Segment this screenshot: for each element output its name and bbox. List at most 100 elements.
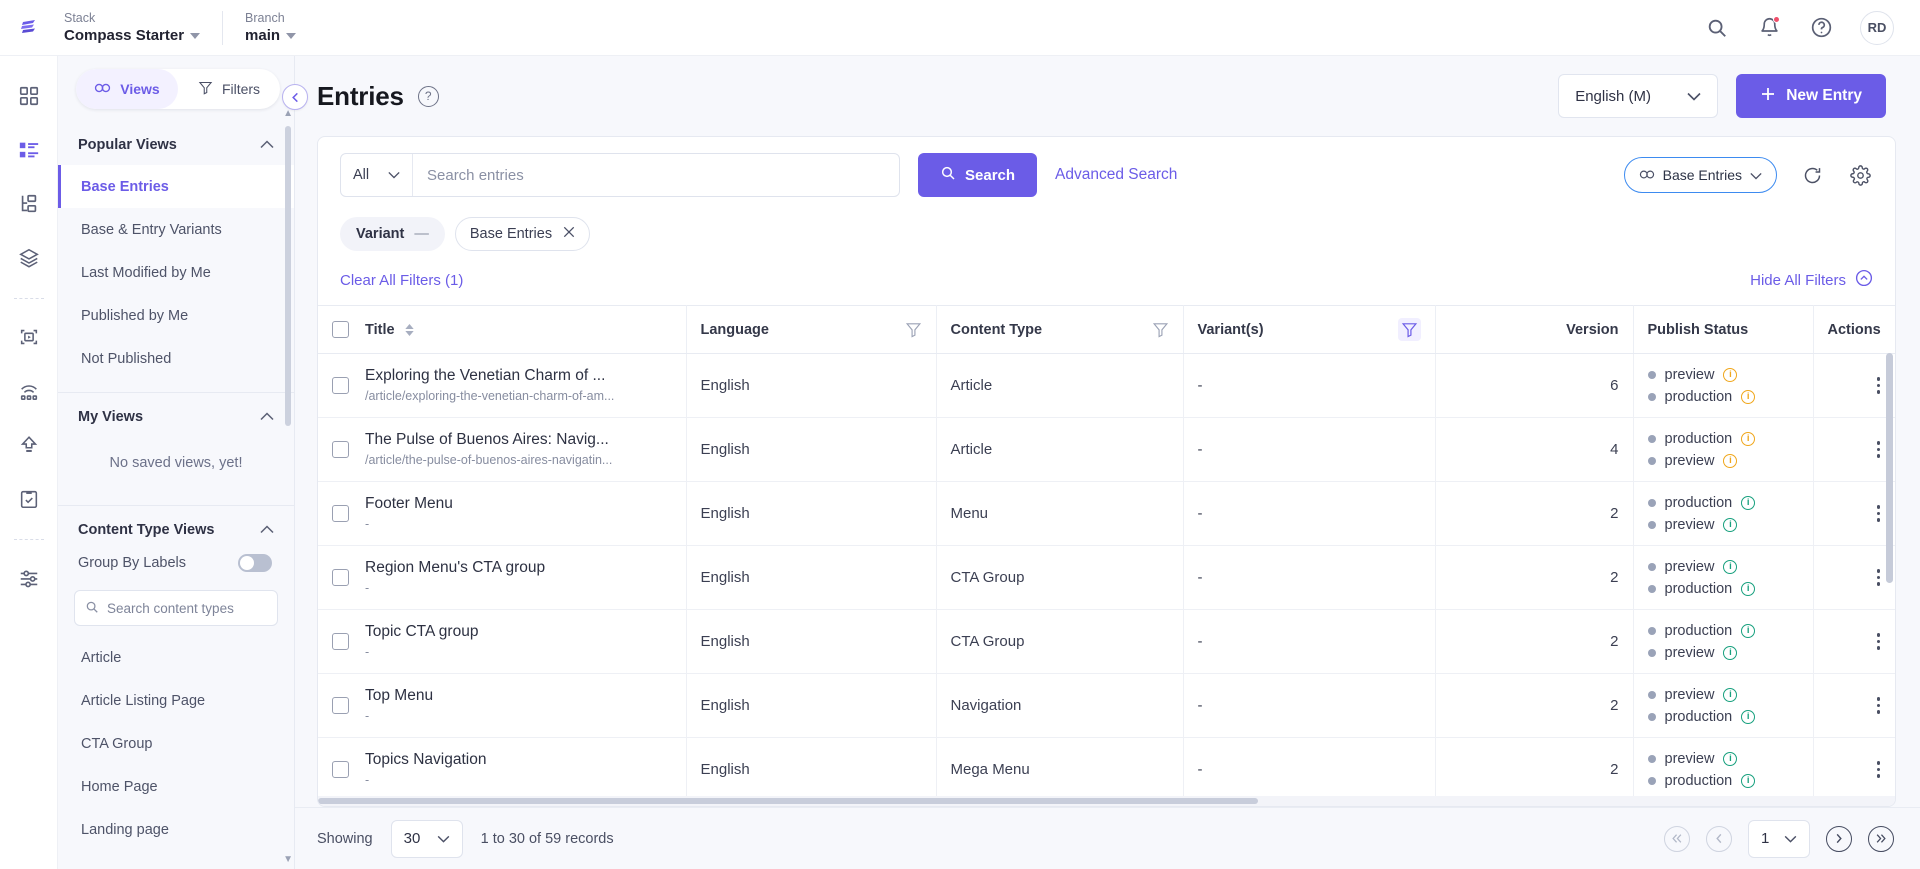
row-title-cell[interactable]: Region Menu's CTA group - (318, 545, 687, 610)
entry-title[interactable]: Topics Navigation (365, 750, 672, 770)
first-page-button[interactable] (1664, 825, 1690, 852)
row-checkbox[interactable] (332, 761, 349, 778)
info-icon[interactable]: i (1723, 559, 1738, 574)
rail-item-workflows[interactable] (7, 477, 51, 521)
row-checkbox[interactable] (332, 377, 349, 394)
rail-item-live-preview[interactable] (7, 315, 51, 359)
rail-item-dashboard[interactable] (7, 74, 51, 118)
sidebar-item-not-published[interactable]: Not Published (58, 337, 294, 380)
popular-views-header[interactable]: Popular Views (58, 121, 294, 165)
tab-filters[interactable]: Filters (178, 69, 280, 109)
group-by-labels-toggle[interactable] (238, 554, 272, 572)
hide-all-filters-link[interactable]: Hide All Filters (1750, 269, 1873, 291)
info-icon[interactable]: i (1741, 773, 1756, 788)
row-checkbox[interactable] (332, 697, 349, 714)
info-icon[interactable]: i (1741, 709, 1756, 724)
info-icon[interactable]: i (1741, 431, 1756, 446)
table-row[interactable]: Top Menu - English Navigation -2 preview i prod… (318, 673, 1895, 738)
search-input[interactable] (413, 154, 899, 196)
row-title-cell[interactable]: Top Menu - (318, 673, 687, 738)
sidebar-item-content-type-home-page[interactable]: Home Page (58, 765, 294, 808)
sidebar-item-last-modified-by-me[interactable]: Last Modified by Me (58, 251, 294, 294)
previous-page-button[interactable] (1706, 825, 1732, 852)
new-entry-button[interactable]: New Entry (1736, 74, 1886, 118)
page-help-icon[interactable]: ? (417, 85, 439, 107)
gear-icon[interactable] (1847, 162, 1873, 188)
row-title-cell[interactable]: Topics Navigation - (318, 737, 687, 802)
filter-language-icon[interactable] (905, 321, 922, 338)
filter-variant-value-chip[interactable]: Base Entries (454, 217, 591, 251)
close-icon[interactable] (563, 226, 575, 242)
rail-item-entries[interactable] (7, 128, 51, 172)
stack-selector[interactable]: Stack Compass Starter (58, 10, 222, 46)
content-type-views-header[interactable]: Content Type Views (58, 506, 294, 550)
entry-title[interactable]: The Pulse of Buenos Aires: Navig... (365, 430, 672, 450)
rail-item-assets[interactable] (7, 236, 51, 280)
collapse-panel-button[interactable] (282, 84, 308, 110)
filter-variant-pill[interactable]: Variant — (340, 217, 445, 251)
table-row[interactable]: Topics Navigation - English Mega Menu -2 prev… (318, 737, 1895, 802)
info-icon[interactable]: i (1723, 367, 1738, 382)
rail-item-publish-queue[interactable] (7, 423, 51, 467)
info-icon[interactable]: i (1723, 453, 1738, 468)
info-icon[interactable]: i (1723, 751, 1738, 766)
info-icon[interactable]: i (1723, 687, 1738, 702)
scrollbar-thumb[interactable] (318, 798, 1258, 804)
sidebar-item-content-type-landing-page[interactable]: Landing page (58, 808, 294, 851)
info-icon[interactable]: i (1741, 581, 1756, 596)
views-panel-scroll[interactable]: Popular Views Base Entries Base & Entry … (58, 121, 294, 869)
help-icon[interactable] (1808, 15, 1834, 41)
search-content-types-input[interactable]: Search content types (74, 590, 278, 626)
branch-selector[interactable]: Branch main (223, 10, 318, 46)
entry-title[interactable]: Region Menu's CTA group (365, 558, 672, 578)
sidebar-item-content-type-article[interactable]: Article (58, 636, 294, 679)
row-checkbox[interactable] (332, 633, 349, 650)
row-title-cell[interactable]: The Pulse of Buenos Aires: Navig... /arti… (318, 417, 687, 482)
contentstack-logo-icon[interactable] (0, 15, 58, 41)
sidebar-item-content-type-article-listing-page[interactable]: Article Listing Page (58, 679, 294, 722)
search-button[interactable]: Search (918, 153, 1038, 197)
refresh-icon[interactable] (1799, 162, 1825, 188)
current-page-selector[interactable]: 1 (1748, 819, 1810, 858)
row-checkbox[interactable] (332, 441, 349, 458)
table-row[interactable]: The Pulse of Buenos Aires: Navig... /arti… (318, 417, 1895, 482)
rail-item-settings[interactable] (7, 556, 51, 600)
sidebar-item-published-by-me[interactable]: Published by Me (58, 294, 294, 337)
entry-title[interactable]: Footer Menu (365, 494, 672, 514)
sort-title-icon[interactable] (404, 323, 414, 336)
next-page-button[interactable] (1826, 825, 1852, 852)
my-views-header[interactable]: My Views (58, 393, 294, 437)
avatar[interactable]: RD (1860, 10, 1894, 45)
filter-content-type-icon[interactable] (1152, 321, 1169, 338)
row-actions-menu-icon[interactable] (1876, 697, 1880, 714)
advanced-search-link[interactable]: Advanced Search (1055, 166, 1177, 184)
row-title-cell[interactable]: Exploring the Venetian Charm of ... /arti… (318, 353, 687, 418)
table-row[interactable]: Footer Menu - English Menu -2 production i prev… (318, 481, 1895, 546)
page-size-selector[interactable]: 30 (390, 819, 463, 858)
row-actions-menu-icon[interactable] (1876, 633, 1880, 650)
tab-views[interactable]: Views (76, 69, 178, 109)
table-row[interactable]: Exploring the Venetian Charm of ... /arti… (318, 353, 1895, 418)
row-actions-menu-icon[interactable] (1876, 761, 1880, 778)
info-icon[interactable]: i (1723, 645, 1738, 660)
entry-title[interactable]: Topic CTA group (365, 622, 672, 642)
info-icon[interactable]: i (1741, 389, 1756, 404)
view-selector-chip[interactable]: Base Entries (1623, 157, 1777, 193)
row-actions-menu-icon[interactable] (1876, 377, 1880, 394)
select-all-checkbox[interactable] (332, 321, 349, 338)
info-icon[interactable]: i (1723, 517, 1738, 532)
clear-all-filters-link[interactable]: Clear All Filters (1) (340, 272, 463, 289)
row-title-cell[interactable]: Footer Menu - (318, 481, 687, 546)
row-actions-menu-icon[interactable] (1876, 569, 1880, 586)
scroll-down-arrow-icon[interactable]: ▼ (283, 854, 293, 865)
entry-title[interactable]: Top Menu (365, 686, 672, 706)
sidebar-item-base-entry-variants[interactable]: Base & Entry Variants (58, 208, 294, 251)
info-icon[interactable]: i (1741, 623, 1756, 638)
row-checkbox[interactable] (332, 569, 349, 586)
search-scope-dropdown[interactable]: All (341, 154, 413, 196)
sidebar-item-base-entries[interactable]: Base Entries (58, 165, 294, 208)
notifications-bell-icon[interactable] (1756, 15, 1782, 41)
table-row[interactable]: Topic CTA group - English CTA Group -2 produc… (318, 609, 1895, 674)
row-actions-menu-icon[interactable] (1876, 441, 1880, 458)
rail-item-releases[interactable] (7, 369, 51, 413)
